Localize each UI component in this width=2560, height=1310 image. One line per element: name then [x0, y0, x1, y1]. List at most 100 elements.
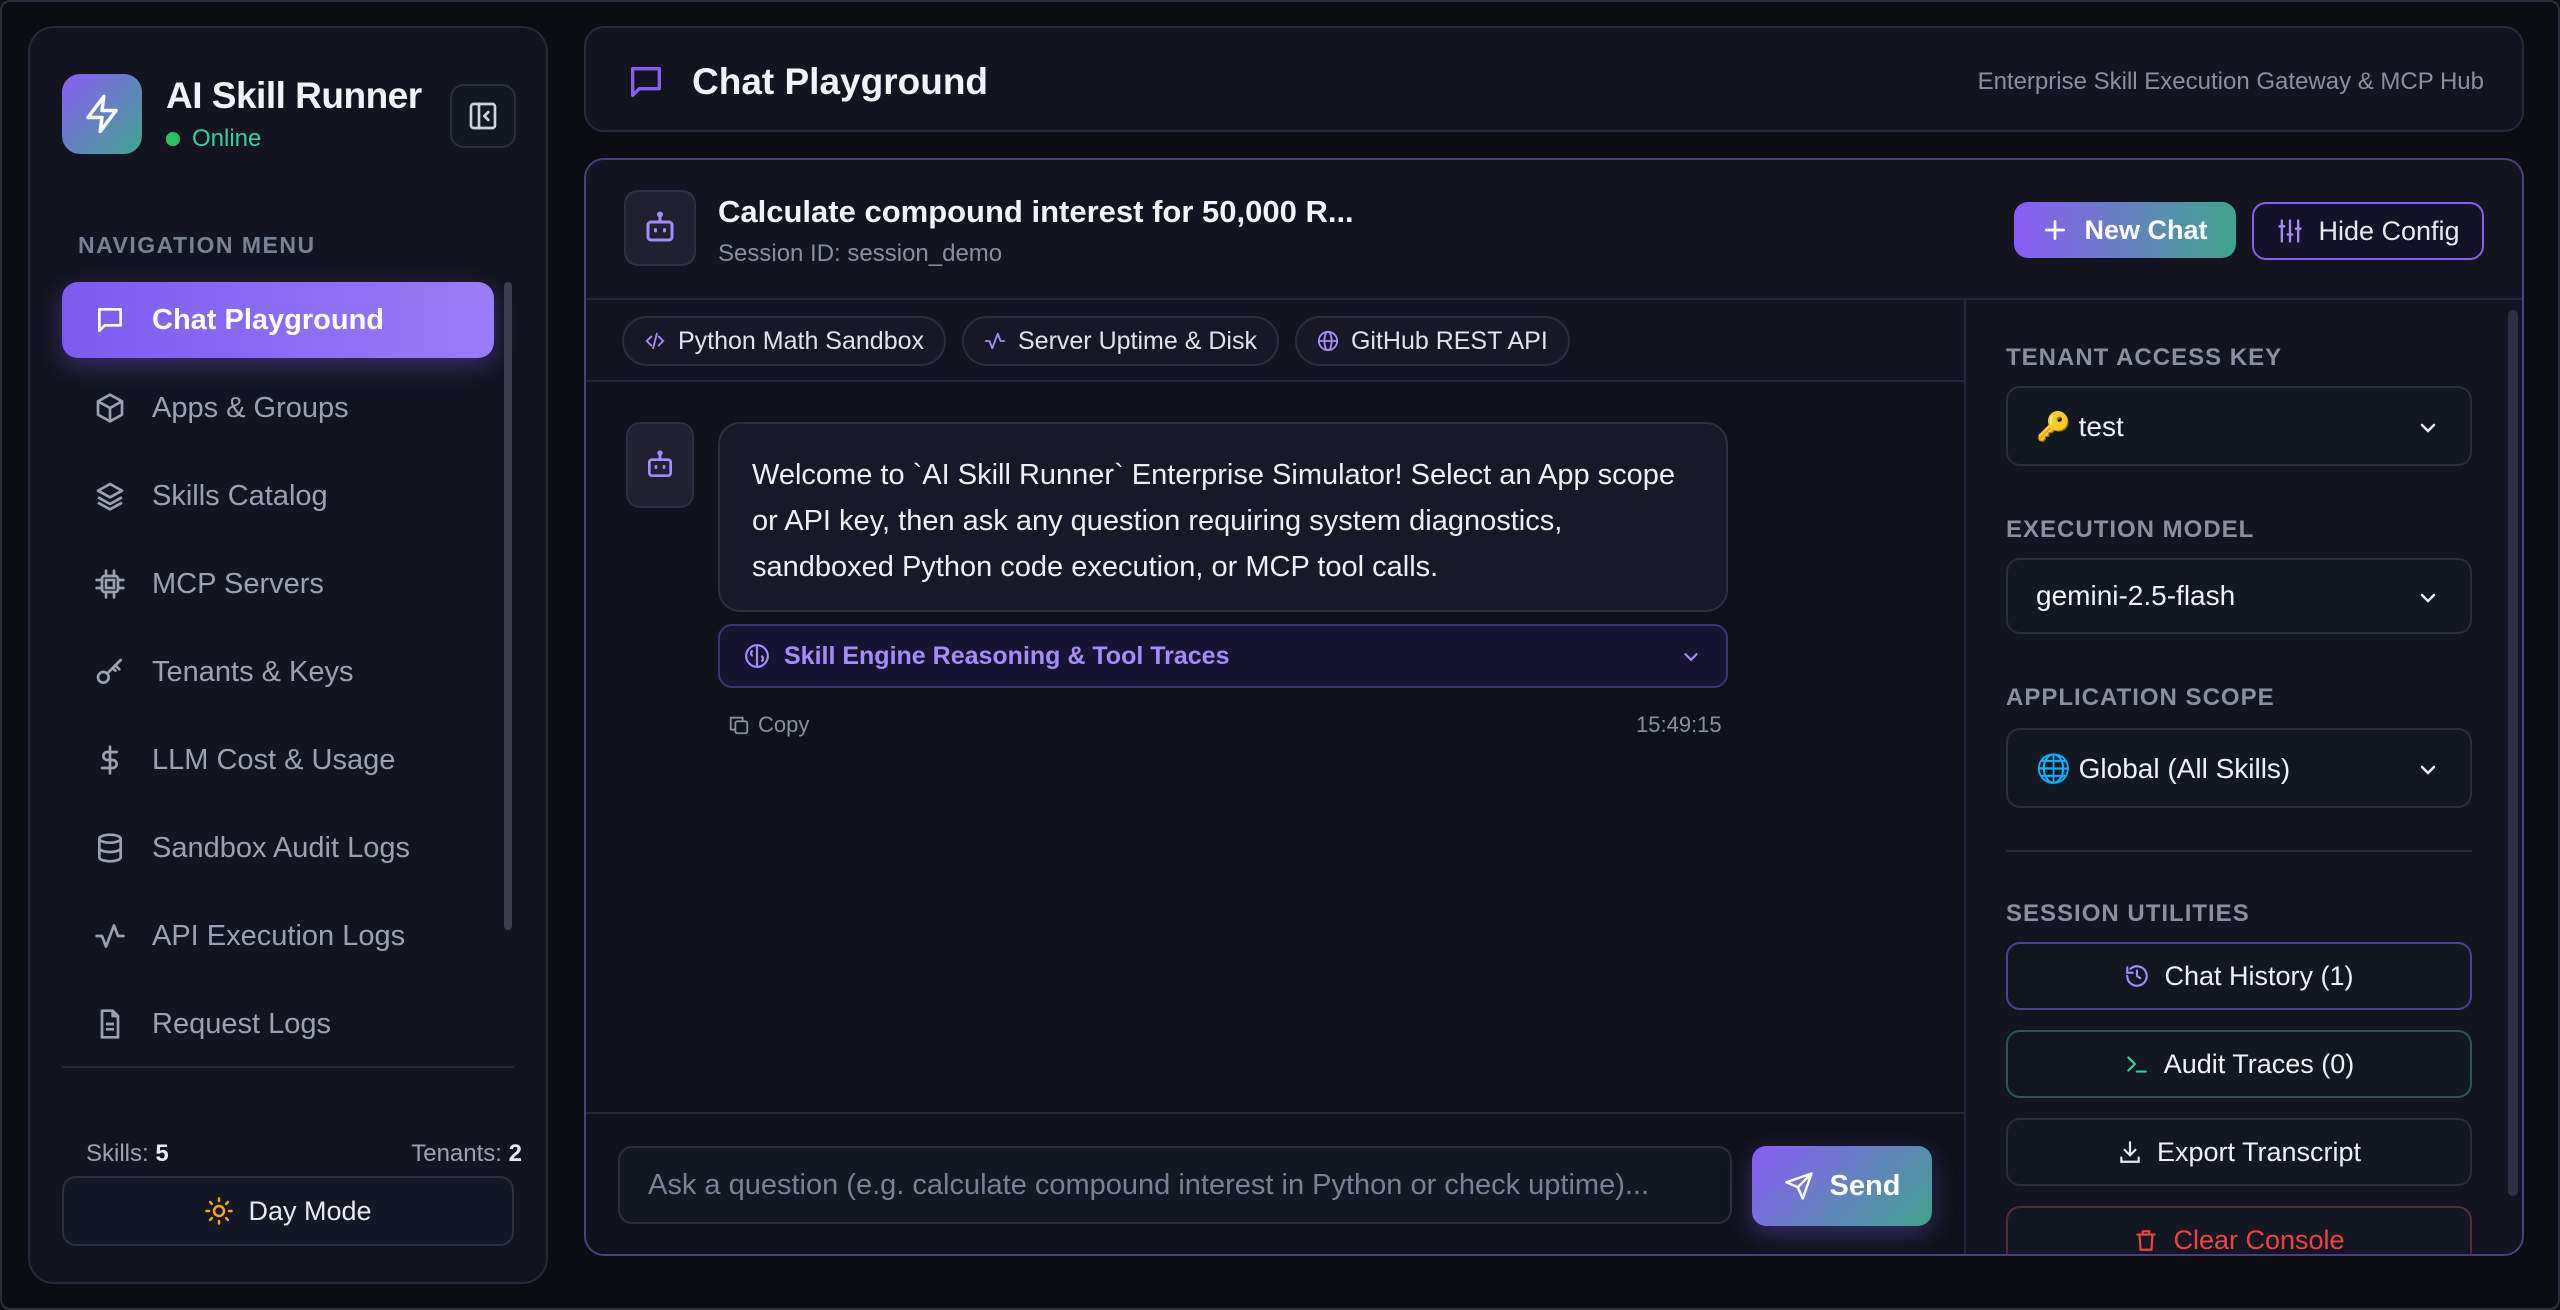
tenants-count: 2 [508, 1140, 522, 1167]
export-transcript-button[interactable]: Export Transcript [2006, 1118, 2472, 1186]
plus-icon [2042, 217, 2068, 243]
composer: Send [586, 1112, 1964, 1254]
skills-count: 5 [155, 1140, 169, 1167]
sidebar-item-mcp-servers[interactable]: MCP Servers [62, 546, 494, 622]
page-header: Chat Playground Enterprise Skill Executi… [584, 26, 2524, 132]
sliders-icon [2276, 217, 2304, 245]
sidebar-item-llm-cost-usage[interactable]: LLM Cost & Usage [62, 722, 494, 798]
trash-icon [2133, 1227, 2159, 1253]
tool-traces-toggle[interactable]: Skill Engine Reasoning & Tool Traces [718, 624, 1728, 688]
sidebar-item-label: API Execution Logs [152, 919, 406, 952]
page-title: Chat Playground [692, 61, 989, 102]
session-id: Session ID: session_demo [718, 240, 1003, 267]
history-icon [2124, 963, 2150, 989]
skills-stat: Skills: 5 [86, 1140, 169, 1168]
chat-history-label: Chat History (1) [2164, 960, 2354, 991]
download-icon [2117, 1139, 2143, 1165]
sidebar-item-apps-groups[interactable]: Apps & Groups [62, 370, 494, 446]
app-name: AI Skill Runner [166, 75, 422, 116]
tenants-stat: Tenants: 2 [411, 1140, 522, 1168]
chat-bubble-icon [90, 300, 130, 340]
tenant-key-select[interactable]: 🔑 test [2006, 386, 2472, 466]
status-dot-icon [166, 132, 180, 146]
tenant-key-value: 🔑 test [2036, 410, 2124, 442]
sidebar-item-label: Chat Playground [152, 303, 385, 336]
code-icon [644, 330, 666, 352]
sidebar-item-label: MCP Servers [152, 567, 324, 600]
brain-icon [744, 643, 770, 669]
sidebar-item-api-execution-logs[interactable]: API Execution Logs [62, 898, 494, 974]
skill-chip-python-math[interactable]: Python Math Sandbox [622, 316, 946, 366]
tool-traces-label: Skill Engine Reasoning & Tool Traces [784, 641, 1230, 670]
send-icon [1784, 1171, 1814, 1201]
message-timestamp: 15:49:15 [1636, 712, 1722, 737]
sidebar-item-skills-catalog[interactable]: Skills Catalog [62, 458, 494, 534]
copy-button[interactable]: Copy [728, 712, 809, 738]
skill-chip-label: GitHub REST API [1350, 326, 1548, 355]
chevron-down-icon [2416, 586, 2440, 610]
skill-chips-bar: Python Math Sandbox Server Uptime & Disk… [586, 300, 1964, 382]
audit-traces-button[interactable]: Audit Traces (0) [2006, 1030, 2472, 1098]
cube-icon [90, 388, 130, 428]
new-chat-button[interactable]: New Chat [2014, 202, 2236, 258]
divider [2006, 850, 2472, 852]
sidebar-item-chat-playground[interactable]: Chat Playground [62, 282, 494, 358]
page-subtitle: Enterprise Skill Execution Gateway & MCP… [1977, 68, 2484, 95]
day-mode-button[interactable]: Day Mode [62, 1176, 514, 1246]
chat-input[interactable] [618, 1146, 1732, 1224]
sidebar-stats: Skills: 5 Tenants: 2 [86, 1140, 522, 1168]
nav-heading: NAVIGATION MENU [78, 232, 316, 258]
model-select[interactable]: gemini-2.5-flash [2006, 558, 2472, 634]
hide-config-button[interactable]: Hide Config [2252, 202, 2484, 260]
document-icon [90, 1004, 130, 1044]
sun-icon [204, 1196, 234, 1226]
skill-chip-server-uptime[interactable]: Server Uptime & Disk [962, 316, 1279, 366]
sidebar-item-tenants-keys[interactable]: Tenants & Keys [62, 634, 494, 710]
config-scrollbar[interactable] [2508, 310, 2518, 1196]
panel-left-icon [469, 102, 497, 130]
send-button[interactable]: Send [1752, 1146, 1932, 1226]
collapse-sidebar-button[interactable] [450, 84, 516, 148]
globe-icon [1317, 330, 1339, 352]
config-panel: TENANT ACCESS KEY 🔑 test EXECUTION MODEL… [1964, 300, 2522, 1254]
cpu-chip-icon [90, 564, 130, 604]
sidebar-item-label: Sandbox Audit Logs [152, 831, 410, 864]
scope-value: 🌐 Global (All Skills) [2036, 752, 2291, 784]
sidebar-item-label: Skills Catalog [152, 479, 328, 512]
divider [62, 1066, 514, 1068]
chat-panel: Calculate compound interest for 50,000 R… [584, 158, 2524, 1256]
sidebar-item-request-logs[interactable]: Request Logs [62, 986, 494, 1062]
sidebar-nav: Chat Playground Apps & Groups Skills Cat… [62, 256, 494, 1062]
chat-messages: Welcome to `AI Skill Runner` Enterprise … [586, 382, 1964, 1112]
scope-select[interactable]: 🌐 Global (All Skills) [2006, 728, 2472, 808]
connection-status: Online [166, 125, 422, 153]
skill-chip-github-api[interactable]: GitHub REST API [1294, 316, 1570, 366]
chat-bubble-icon [626, 62, 666, 107]
new-chat-label: New Chat [2084, 214, 2208, 245]
clear-console-button[interactable]: Clear Console [2006, 1206, 2472, 1254]
sidebar-item-label: Request Logs [152, 1007, 331, 1040]
chat-history-button[interactable]: Chat History (1) [2006, 942, 2472, 1010]
day-mode-label: Day Mode [248, 1195, 372, 1226]
terminal-icon [2124, 1051, 2150, 1077]
sidebar-scrollbar[interactable] [504, 282, 512, 930]
dollar-icon [90, 740, 130, 780]
sidebar-item-sandbox-audit-logs[interactable]: Sandbox Audit Logs [62, 810, 494, 886]
send-label: Send [1829, 1169, 1901, 1202]
brand: AI Skill Runner Online [62, 74, 422, 154]
layers-icon [90, 476, 130, 516]
chevron-down-icon [2416, 758, 2440, 782]
export-transcript-label: Export Transcript [2156, 1136, 2362, 1167]
model-value: gemini-2.5-flash [2036, 580, 2236, 611]
model-label: EXECUTION MODEL [2006, 516, 2255, 543]
session-title: Calculate compound interest for 50,000 R… [718, 194, 1354, 229]
chevron-down-icon [2416, 416, 2440, 440]
skills-stat-label: Skills: [86, 1140, 149, 1167]
skill-chip-label: Server Uptime & Disk [1018, 326, 1257, 355]
assistant-message: Welcome to `AI Skill Runner` Enterprise … [718, 422, 1728, 612]
bot-avatar [624, 190, 696, 266]
robot-icon [648, 450, 672, 477]
key-icon [90, 652, 130, 692]
sidebar-item-label: Apps & Groups [152, 391, 349, 424]
utilities-label: SESSION UTILITIES [2006, 900, 2250, 927]
